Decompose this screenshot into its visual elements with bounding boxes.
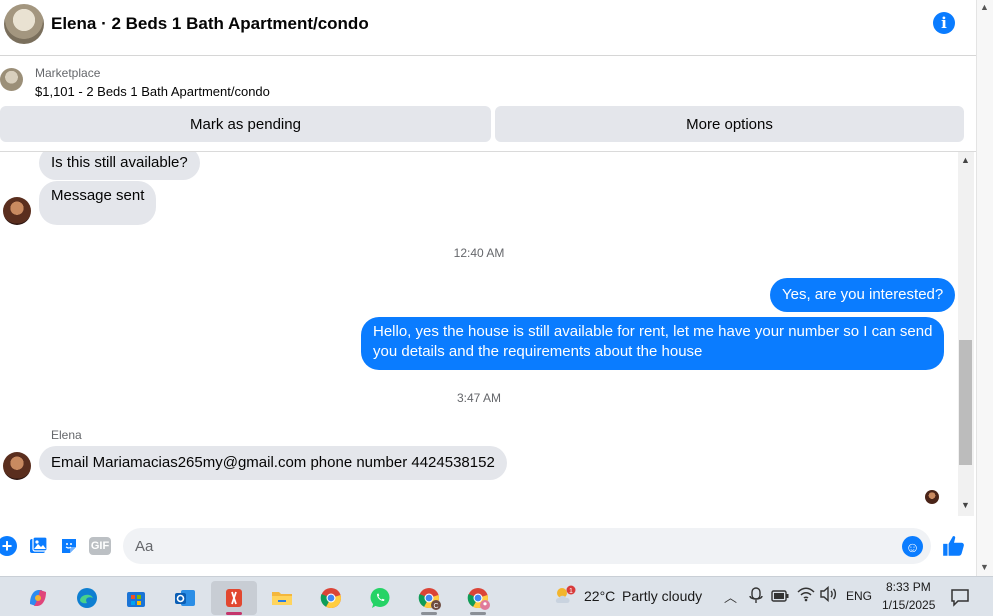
show-hidden-icons-chevron-icon[interactable]: ︿ xyxy=(724,587,737,606)
active-indicator xyxy=(226,612,242,615)
edge-icon[interactable] xyxy=(67,581,107,615)
thumbs-up-icon[interactable] xyxy=(941,533,967,559)
read-receipt-avatar xyxy=(925,490,939,504)
message-list: Is this still available? Message sent 12… xyxy=(0,152,958,516)
notification-center-icon[interactable] xyxy=(950,587,970,612)
message-bubble-incoming[interactable]: Is this still available? xyxy=(39,152,200,180)
info-icon[interactable]: i xyxy=(933,12,955,34)
microsoft-store-icon[interactable] xyxy=(116,581,156,615)
snipping-tool-icon[interactable] xyxy=(211,581,257,615)
chrome-profile-c-icon[interactable]: C xyxy=(409,581,449,615)
language-indicator[interactable]: ENG xyxy=(846,589,872,603)
plus-icon[interactable]: + xyxy=(0,535,18,557)
weather-temperature[interactable]: 22°C xyxy=(584,588,615,604)
window-scrollbar[interactable] xyxy=(976,0,993,576)
mark-as-pending-button[interactable]: Mark as pending xyxy=(0,106,491,142)
running-indicator xyxy=(470,612,486,615)
contact-avatar[interactable] xyxy=(3,197,31,225)
file-explorer-icon[interactable] xyxy=(262,581,302,615)
whatsapp-icon[interactable] xyxy=(360,581,400,615)
chrome-profile-2-icon[interactable] xyxy=(458,581,498,615)
messenger-window: Elena · 2 Beds 1 Bath Apartment/condo i … xyxy=(0,0,993,576)
message-bubble-incoming[interactable]: Email Mariamacias265my@gmail.com phone n… xyxy=(39,446,507,480)
chrome-icon[interactable] xyxy=(311,581,351,615)
sender-name: Elena xyxy=(51,428,82,442)
battery-icon[interactable] xyxy=(771,589,789,607)
gif-label: GIF xyxy=(88,537,112,555)
message-line: Hello, yes the house is still available … xyxy=(373,323,933,340)
message-timestamp: 3:47 AM xyxy=(456,391,502,405)
volume-icon[interactable] xyxy=(819,585,837,607)
window-scroll-up-icon[interactable]: ▲ xyxy=(980,2,989,12)
copilot-icon[interactable] xyxy=(18,581,58,615)
message-line: you details and the requirements about t… xyxy=(373,343,703,360)
weather-alert-count: 1 xyxy=(569,588,573,595)
scroll-up-icon[interactable]: ▲ xyxy=(961,155,970,165)
weather-condition[interactable]: Partly cloudy xyxy=(622,588,702,604)
emoji-icon[interactable]: ☺ xyxy=(902,536,923,557)
outlook-icon[interactable] xyxy=(165,581,205,615)
svg-text:C: C xyxy=(433,603,438,610)
scroll-down-icon[interactable]: ▼ xyxy=(961,500,970,510)
message-timestamp: 12:40 AM xyxy=(453,246,505,260)
message-scrollbar-thumb[interactable] xyxy=(959,340,972,465)
meet-now-icon[interactable] xyxy=(749,586,763,609)
photo-icon[interactable] xyxy=(27,535,49,557)
conversation-header: Elena · 2 Beds 1 Bath Apartment/condo i xyxy=(0,0,976,56)
more-options-button[interactable]: More options xyxy=(495,106,964,142)
running-indicator xyxy=(421,612,437,615)
listing-title[interactable]: $1,101 - 2 Beds 1 Bath Apartment/condo xyxy=(35,84,270,99)
conversation-title[interactable]: Elena · 2 Beds 1 Bath Apartment/condo xyxy=(51,14,369,34)
clock-date[interactable]: 1/15/2025 xyxy=(882,598,935,612)
sticker-icon[interactable] xyxy=(58,535,80,557)
clock-time[interactable]: 8:33 PM xyxy=(886,580,931,594)
window-scroll-down-icon[interactable]: ▼ xyxy=(980,562,989,572)
listing-thumbnail[interactable] xyxy=(0,68,23,91)
weather-icon[interactable]: 1 xyxy=(552,585,578,607)
wifi-icon[interactable] xyxy=(797,586,815,607)
contact-avatar[interactable] xyxy=(3,452,31,480)
message-input[interactable] xyxy=(123,528,931,564)
gif-icon[interactable]: GIF xyxy=(88,535,112,557)
message-bubble-outgoing[interactable]: Hello, yes the house is still available … xyxy=(361,317,945,370)
message-bubble-incoming[interactable]: Message sent xyxy=(39,181,157,225)
marketplace-label: Marketplace xyxy=(35,66,101,80)
message-bubble-outgoing[interactable]: Yes, are you interested? xyxy=(770,278,956,312)
taskbar: C 1 22°C Partly cloudy ︿ ENG 8:33 PM 1/1… xyxy=(0,576,993,616)
listing-avatar[interactable] xyxy=(4,4,44,44)
